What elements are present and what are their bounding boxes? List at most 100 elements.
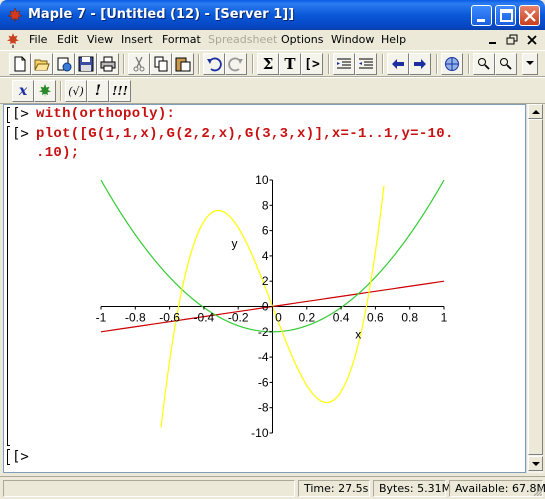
- outdent-button[interactable]: [333, 53, 355, 75]
- y-tick-label: 2: [262, 274, 269, 288]
- y-tick-label: -2: [258, 325, 269, 339]
- undo-arrow-icon: [207, 57, 222, 72]
- maximize-button[interactable]: [495, 5, 516, 26]
- menu-window[interactable]: Window: [331, 33, 374, 46]
- validate-button[interactable]: (√): [65, 80, 87, 102]
- status-available: Available: 67.8M: [449, 480, 545, 497]
- scroll-thumb[interactable]: [528, 119, 543, 455]
- plot-output[interactable]: -1 -0.8 -0.6 -0.4 -0.2 0.2 0.4 0.6 0.8 1 10 8 6 4 2 -2 -…: [94, 171, 454, 441]
- paste-button[interactable]: [172, 53, 194, 75]
- close-button[interactable]: [519, 5, 540, 26]
- x-axis-label: x: [355, 328, 361, 342]
- y-tick-label: -4: [258, 350, 269, 364]
- undo-button[interactable]: [203, 53, 225, 75]
- menu-options[interactable]: Options: [281, 33, 323, 46]
- x-tick-label: -0.6: [159, 311, 180, 325]
- menu-help[interactable]: Help: [381, 33, 406, 46]
- new-button[interactable]: [9, 53, 31, 75]
- back-button[interactable]: [387, 53, 409, 75]
- execution-group-bracket[interactable]: [7, 107, 10, 123]
- print-button[interactable]: [97, 53, 119, 75]
- chevron-up-icon: [532, 110, 540, 114]
- stop-globe-icon: [445, 57, 459, 71]
- y-axis-label: y: [232, 236, 238, 250]
- magnifier-plus-icon: [478, 58, 490, 70]
- worksheet[interactable]: [> with(orthopoly): [> plot([G(1,1,x),G(…: [3, 104, 526, 473]
- x-tick-label: 0.4: [333, 311, 350, 325]
- insert-prompt-button[interactable]: [>: [301, 53, 323, 75]
- chevron-down-icon: [532, 462, 540, 466]
- redo-arrow-icon: [228, 57, 243, 72]
- maple-input-line[interactable]: with(orthopoly):: [36, 106, 175, 122]
- redo-button[interactable]: [225, 53, 247, 75]
- x-tick-label: -0.4: [194, 311, 215, 325]
- execute-button[interactable]: !: [87, 80, 109, 102]
- minimize-button[interactable]: [471, 5, 492, 26]
- open-folder-icon: [34, 59, 50, 71]
- y-tick-label: 8: [262, 198, 269, 212]
- status-bar: Time: 27.5s Bytes: 5.31M Available: 67.8…: [0, 476, 545, 499]
- save-button[interactable]: [75, 53, 97, 75]
- open-url-button[interactable]: [53, 53, 75, 75]
- execution-group-bracket[interactable]: [7, 126, 10, 446]
- magnifier-minus-icon: [500, 58, 512, 70]
- context-toolbar: x (√) ! !!!: [0, 77, 545, 104]
- sigma-button[interactable]: Σ: [257, 53, 279, 75]
- maple-input-line[interactable]: .10);: [36, 145, 80, 161]
- menu-file[interactable]: File: [29, 33, 47, 46]
- arrow-left-icon: [392, 59, 404, 69]
- scroll-down-button[interactable]: [528, 456, 543, 471]
- forward-button[interactable]: [409, 53, 431, 75]
- toolbar-scroll-button[interactable]: [522, 53, 538, 75]
- indent-icon: [359, 58, 373, 69]
- x-tick-label: 0.6: [367, 311, 384, 325]
- maple-leaf-icon: [7, 7, 23, 23]
- outdent-icon: [337, 58, 351, 69]
- mdi-restore-icon[interactable]: [505, 33, 519, 47]
- x-tick-label: 1: [441, 311, 448, 325]
- scissors-icon: [133, 56, 145, 72]
- scroll-up-button[interactable]: [528, 104, 543, 119]
- document-icon[interactable]: [5, 32, 21, 48]
- new-document-icon: [14, 56, 26, 72]
- open-button[interactable]: [31, 53, 53, 75]
- x-tick-label: 0.2: [298, 311, 315, 325]
- copy-icon: [154, 56, 168, 72]
- arrow-right-icon: [414, 59, 426, 69]
- window-title: Maple 7 - [Untitled (12) - [Server 1]]: [28, 7, 295, 22]
- menu-insert[interactable]: Insert: [121, 33, 153, 46]
- vertical-scrollbar[interactable]: [526, 104, 543, 473]
- x-tick-label: 0.8: [401, 311, 418, 325]
- zoom-out-button[interactable]: [495, 53, 517, 75]
- execution-group-bracket[interactable]: [7, 449, 10, 465]
- menu-bar: File Edit View Insert Format Spreadsheet…: [0, 30, 545, 50]
- mdi-close-icon[interactable]: [525, 33, 539, 47]
- math-mode-button[interactable]: x: [12, 80, 34, 102]
- y-tick-label: -10: [251, 426, 269, 440]
- mdi-minimize-icon[interactable]: [486, 33, 500, 47]
- input-prompt: [>: [12, 106, 29, 122]
- maximize-icon: [500, 9, 513, 22]
- menu-format[interactable]: Format: [162, 33, 201, 46]
- origin-tick-label: 0: [262, 300, 269, 314]
- cut-button[interactable]: [128, 53, 150, 75]
- menu-edit[interactable]: Edit: [57, 33, 78, 46]
- maple-input-line[interactable]: plot([G(1,1,x),G(2,2,x),G(3,3,x)],x=-1..…: [36, 126, 454, 142]
- title-bar[interactable]: Maple 7 - [Untitled (12) - [Server 1]]: [0, 0, 545, 30]
- menu-spreadsheet[interactable]: Spreadsheet: [208, 33, 277, 46]
- printer-icon: [100, 56, 116, 72]
- chevron-down-icon: [526, 61, 534, 65]
- indent-button[interactable]: [355, 53, 377, 75]
- y-tick-label: 10: [255, 173, 269, 187]
- zoom-in-button[interactable]: [473, 53, 495, 75]
- menu-view[interactable]: View: [87, 33, 113, 46]
- copy-button[interactable]: [150, 53, 172, 75]
- status-time: Time: 27.5s: [298, 480, 370, 497]
- input-prompt: [>: [12, 126, 29, 142]
- stop-button[interactable]: [441, 53, 463, 75]
- execute-all-button[interactable]: !!!: [109, 80, 131, 102]
- text-input-button[interactable]: T: [279, 53, 301, 75]
- maple-input-button[interactable]: [34, 80, 56, 102]
- x-zero-tick-label: 0: [275, 311, 282, 325]
- resize-grip-icon[interactable]: [531, 485, 543, 497]
